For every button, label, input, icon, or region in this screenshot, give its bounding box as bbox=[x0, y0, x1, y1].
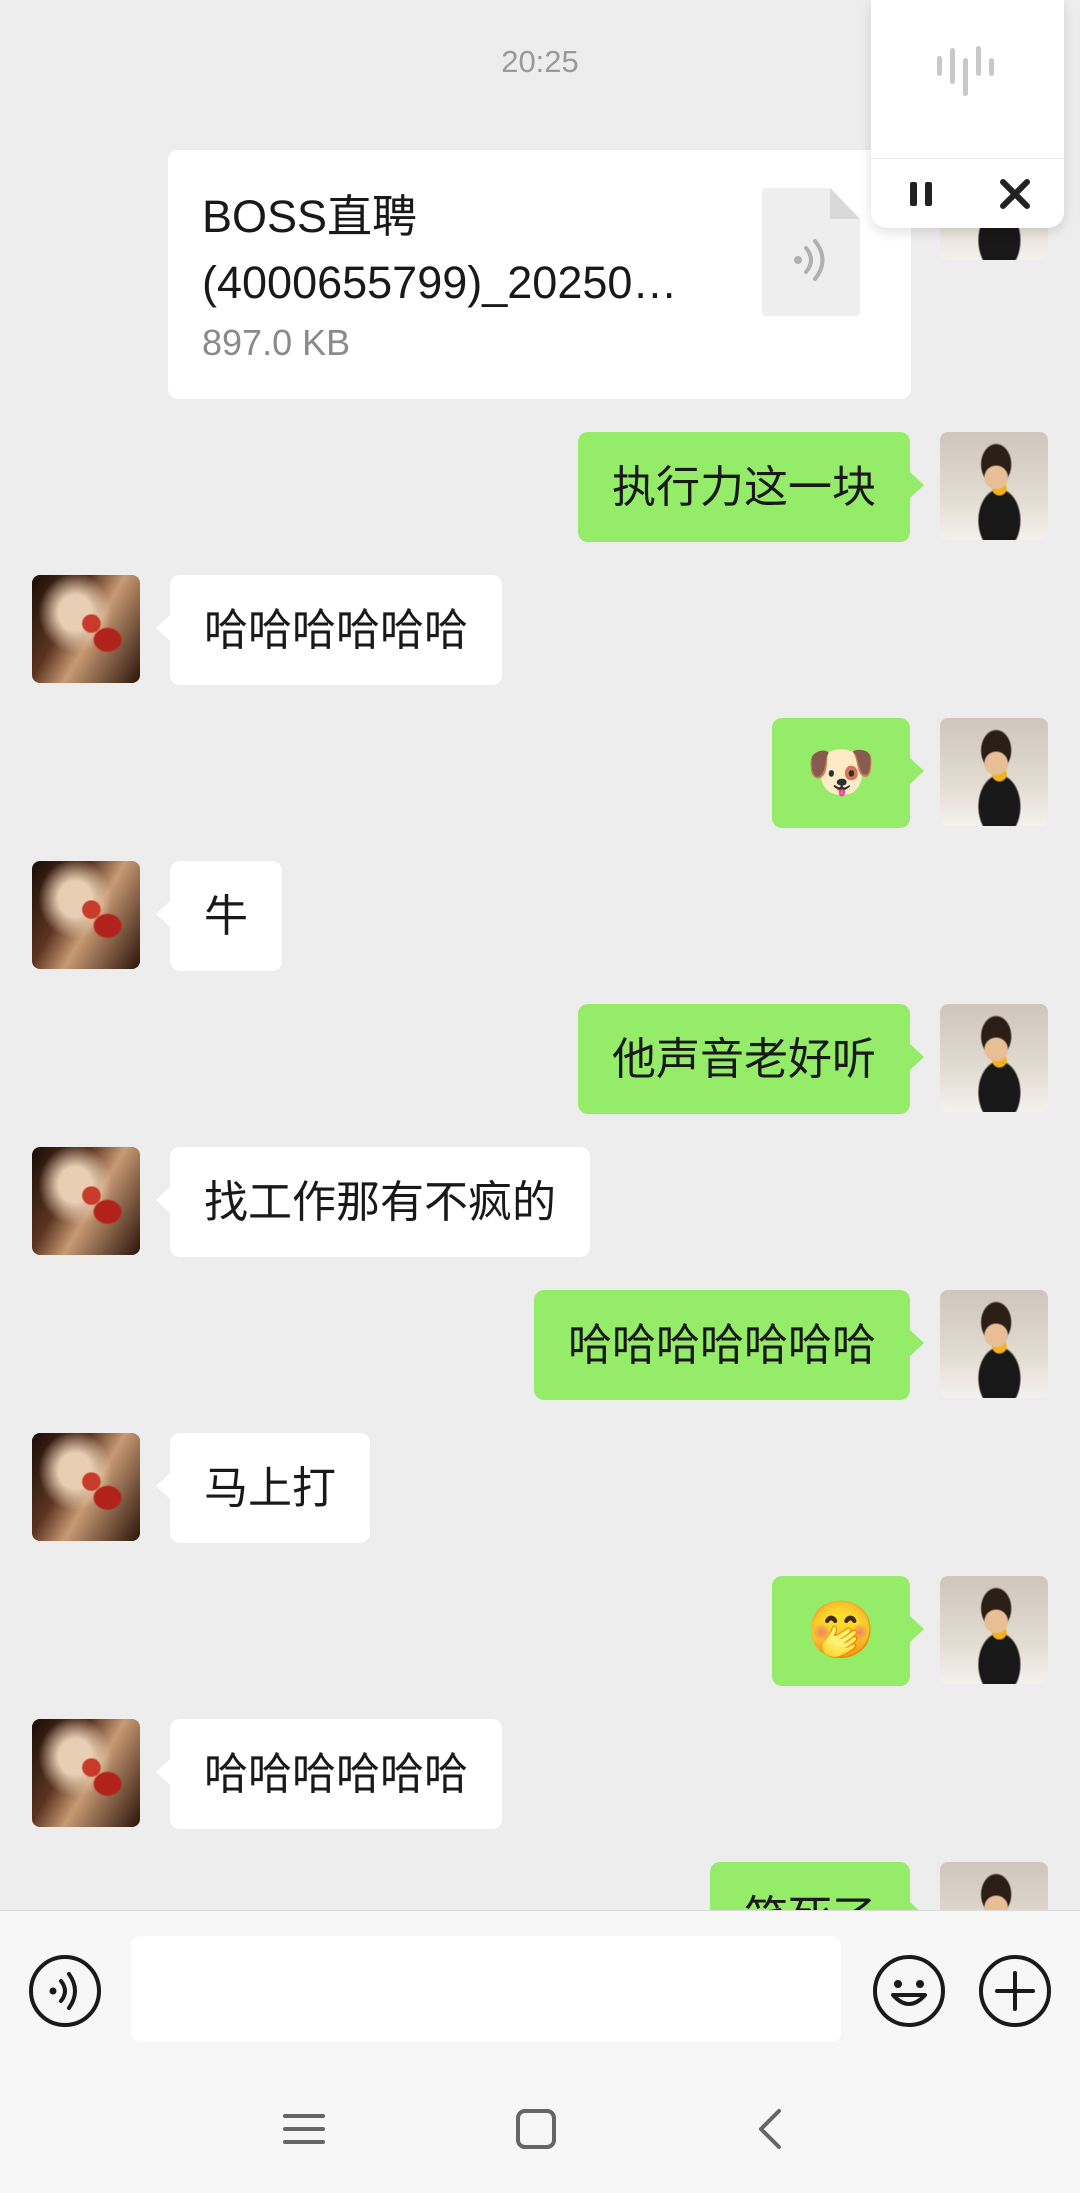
plus-icon[interactable] bbox=[978, 1954, 1052, 2028]
my-avatar[interactable] bbox=[940, 1576, 1048, 1684]
close-icon[interactable] bbox=[993, 172, 1037, 216]
input-bar bbox=[0, 1910, 1080, 2064]
message-input[interactable] bbox=[131, 1936, 841, 2042]
my-avatar[interactable] bbox=[940, 1290, 1048, 1398]
file-name: BOSS直聘 (4000655799)_20250… bbox=[202, 184, 722, 316]
emoji-icon[interactable] bbox=[872, 1954, 946, 2028]
home-icon bbox=[516, 2108, 556, 2149]
contact-avatar[interactable] bbox=[32, 861, 140, 969]
incoming-message[interactable]: 马上打 bbox=[156, 1433, 370, 1543]
audio-file-icon bbox=[762, 188, 860, 316]
contact-avatar[interactable] bbox=[32, 1719, 140, 1827]
my-avatar[interactable] bbox=[940, 1004, 1048, 1112]
incoming-message[interactable]: 哈哈哈哈哈哈 bbox=[156, 1719, 502, 1829]
menu-icon bbox=[283, 2113, 325, 2144]
voice-input-icon[interactable] bbox=[28, 1954, 102, 2028]
pause-icon[interactable] bbox=[901, 172, 941, 216]
contact-avatar[interactable] bbox=[32, 1147, 140, 1255]
outgoing-message[interactable]: 笑死了 bbox=[710, 1862, 924, 1910]
incoming-message[interactable]: 牛 bbox=[156, 861, 282, 971]
cover-mouth-emoji: 🤭 bbox=[806, 1598, 876, 1663]
outgoing-emoji-message[interactable]: 🤭 bbox=[772, 1576, 924, 1686]
home-button[interactable] bbox=[456, 2064, 616, 2193]
voice-float-window[interactable] bbox=[871, 0, 1064, 228]
file-message-card[interactable]: BOSS直聘 (4000655799)_20250… 897.0 KB bbox=[168, 150, 911, 399]
file-size: 897.0 KB bbox=[202, 322, 351, 363]
chat-screen: 20:25 BOSS直聘 (4000655799)_20250… 897.0 K… bbox=[0, 0, 1080, 2193]
float-divider bbox=[871, 158, 1064, 159]
incoming-message[interactable]: 哈哈哈哈哈哈 bbox=[156, 575, 502, 685]
system-navigation-bar bbox=[0, 2064, 1080, 2193]
outgoing-message[interactable]: 他声音老好听 bbox=[578, 1004, 924, 1114]
back-button[interactable] bbox=[690, 2064, 850, 2193]
contact-avatar[interactable] bbox=[32, 575, 140, 683]
outgoing-message[interactable]: 执行力这一块 bbox=[578, 432, 924, 542]
my-avatar[interactable] bbox=[940, 432, 1048, 540]
voice-wave-icon bbox=[937, 46, 994, 96]
file-name-line-2: (4000655799)_20250… bbox=[202, 257, 678, 308]
incoming-message[interactable]: 找工作那有不疯的 bbox=[156, 1147, 590, 1257]
my-avatar[interactable] bbox=[940, 1862, 1048, 1910]
file-name-line-1: BOSS直聘 bbox=[202, 191, 418, 242]
menu-button[interactable] bbox=[224, 2064, 384, 2193]
my-avatar[interactable] bbox=[940, 718, 1048, 826]
contact-avatar[interactable] bbox=[32, 1433, 140, 1541]
message-list[interactable]: 20:25 BOSS直聘 (4000655799)_20250… 897.0 K… bbox=[0, 0, 1080, 1910]
back-icon bbox=[759, 2108, 781, 2149]
outgoing-message[interactable]: 哈哈哈哈哈哈哈 bbox=[534, 1290, 924, 1400]
doge-emoji: 🐶 bbox=[806, 740, 876, 805]
outgoing-emoji-message[interactable]: 🐶 bbox=[772, 718, 924, 828]
